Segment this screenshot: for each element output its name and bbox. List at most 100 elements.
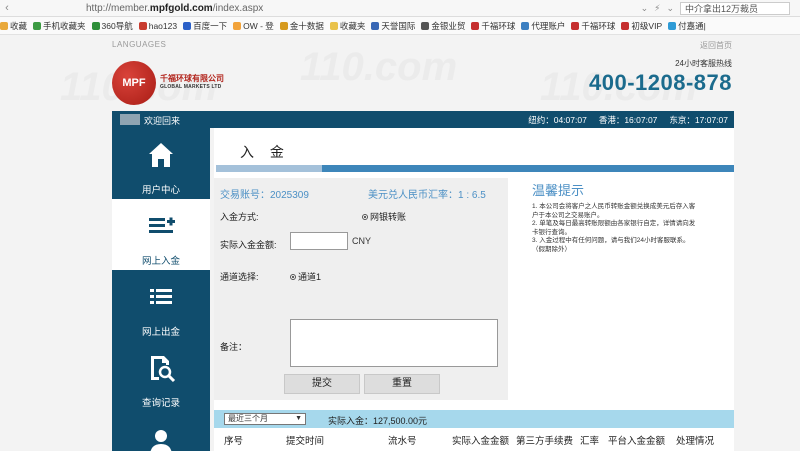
bookmark-label: 收藏 (10, 20, 28, 31)
welcome-text: 欢迎回来 (144, 116, 181, 126)
bookmark-icon (91, 21, 100, 30)
tips-line: 2. 单笔及每日最高转账限额由各家银行自定，详情请向发 (532, 220, 696, 228)
bookmark-item[interactable]: 收藏夹 (329, 20, 365, 32)
bookmark-item[interactable]: hao123 (138, 20, 178, 31)
bookmark-item[interactable]: 金十数据 (279, 20, 324, 32)
clock-tokyo: 东京：17:07:07 (669, 115, 728, 125)
tips-line: 3. 入金过程中有任何问题，请与我们24小时客服联系。 (532, 237, 690, 245)
deposit-panel: 入 金 交易账号：2025309 美元兑人民币汇率：1 : 6.5 入金方式: … (214, 128, 734, 451)
bookmark-label: 金十数据 (289, 20, 324, 31)
bookmark-label: 金银业贸 (431, 20, 466, 31)
sidebar-item-records[interactable]: 查询记录 (112, 341, 210, 412)
tips-line: （假期除外） (532, 245, 571, 253)
bookmark-label: 千福环球 (581, 20, 616, 31)
site-header: MPF 千福环球有限公司 GLOBAL MARKETS LTD 24小时客服热线… (112, 53, 734, 111)
channel-label: 通道选择: (220, 272, 259, 282)
bookmark-icon (371, 21, 380, 30)
sidebar-item-profile[interactable] (112, 412, 210, 451)
bookmark-item[interactable]: OW - 登 (233, 20, 274, 32)
bookmark-icon (279, 21, 288, 30)
sidebar-item-label: 查询记录 (141, 398, 180, 409)
browser-search-input[interactable]: 中介拿出12万裁员 (680, 1, 790, 15)
channel-radio-1[interactable]: 通道1 (290, 270, 321, 283)
url-text[interactable]: http://member.mpfgold.com/index.aspx (86, 3, 263, 14)
date-range-select[interactable]: 最近三个月 ▼ (224, 413, 306, 425)
search-records-icon (151, 356, 176, 383)
bookmark-icon (0, 21, 8, 30)
page: 110.com 110.com 110.com LANGUAGES 返回首页 M… (0, 35, 800, 451)
column-header: 实际入金金额 (452, 436, 510, 447)
column-header: 流水号 (388, 436, 417, 447)
sidebar-item-label: 用户中心 (141, 185, 180, 196)
bookmark-item[interactable]: 千福环球 (571, 20, 615, 32)
sidebar-item-label: 网上出金 (141, 327, 180, 338)
page-title: 入 金 (240, 144, 290, 160)
language-bar: LANGUAGES 返回首页 (112, 38, 734, 52)
bookmark-label: 百度一下 (193, 20, 228, 31)
bookmark-item[interactable]: 千福环球 (471, 20, 515, 32)
bookmark-label: 天誉国际 (381, 20, 416, 31)
deposit-icon (149, 217, 175, 233)
sidebar-item-user-center[interactable]: 用户中心 (112, 128, 210, 199)
currency-label: CNY (352, 236, 372, 246)
chevron-down-icon[interactable]: ⌄ (666, 3, 674, 14)
dropdown-icon[interactable]: ⌄ (641, 3, 649, 14)
deposit-form: 交易账号：2025309 美元兑人民币汇率：1 : 6.5 入金方式: 网银转账… (214, 178, 508, 400)
channel-value: 通道1 (298, 272, 322, 282)
back-arrow-icon[interactable]: ‹ (0, 2, 14, 14)
bookmark-icon (668, 21, 677, 30)
bookmark-icon (621, 21, 630, 30)
sidebar-item-withdraw[interactable]: 网上出金 (112, 270, 210, 341)
tips-line: 户于本公司之交易账户。 (532, 211, 604, 219)
bookmark-icon (421, 21, 430, 30)
column-header: 第三方手续费 (516, 436, 574, 447)
bookmark-item[interactable]: 360导航 (91, 20, 133, 32)
bookmark-item[interactable]: 代理账户 (521, 20, 565, 32)
bookmark-item[interactable]: 手机收藏夹 (33, 20, 86, 32)
bookmark-icon (521, 21, 530, 30)
bookmark-item[interactable]: 金银业贸 (421, 20, 465, 32)
bookmarks-bar: 收藏 手机收藏夹 360导航 hao123 百度一下 OW - 登 金十数据 收藏夹 天誉国际 金… (0, 17, 800, 35)
bookmark-item[interactable]: 百度一下 (183, 20, 227, 32)
bookmark-label: OW - 登 (243, 20, 274, 31)
clock-new-york: 纽约：04:07:07 (528, 115, 587, 125)
bookmark-label: hao123 (148, 20, 178, 31)
bookmark-item[interactable]: 天誉国际 (371, 20, 415, 32)
languages-link[interactable]: LANGUAGES (112, 40, 166, 49)
bookmark-item[interactable]: 付嘉通| (668, 20, 706, 32)
back-home-link[interactable]: 返回首页 (700, 40, 732, 51)
method-radio-bank[interactable]: 网银转账 (362, 210, 406, 223)
amount-label: 实际入金金额: (220, 240, 277, 250)
reset-button[interactable]: 重置 (364, 374, 440, 394)
bookmark-icon (33, 21, 42, 30)
tips-line: 1. 本公司会将客户之人民币转账金额兑换成美元后存入客 (532, 203, 696, 210)
company-logo[interactable]: MPF (112, 61, 156, 105)
welcome-bar: 欢迎回来 纽约：04:07:07 香港：16:07:07 东京：17:07:07 (112, 111, 734, 128)
column-header: 汇率 (580, 436, 600, 447)
radio-dot-icon (290, 273, 296, 280)
bookmark-label: 手机收藏夹 (43, 20, 86, 31)
column-header: 平台入金金额 (608, 436, 666, 447)
records-filter-bar: 最近三个月 ▼ 实际入金：127,500.00元 (214, 410, 734, 428)
account-number: 交易账号：2025309 (220, 190, 309, 201)
home-icon (149, 143, 173, 167)
hotline-label: 24小时客服热线 (675, 59, 732, 68)
tips-panel: 温馨提示 1. 本公司会将客户之人民币转账金额兑换成美元后存入客 户于本公司之交… (532, 180, 728, 255)
lightning-icon[interactable]: ⚡ (654, 3, 660, 14)
bookmark-item[interactable]: 收藏 (0, 20, 27, 32)
company-name-en: GLOBAL MARKETS LTD (160, 84, 222, 90)
bookmark-item[interactable]: 初级VIP (621, 20, 662, 32)
bookmark-icon (329, 21, 338, 30)
clock-hong-kong: 香港：16:07:07 (598, 115, 658, 125)
note-textarea[interactable] (290, 319, 498, 367)
bookmark-icon (571, 21, 580, 30)
amount-input[interactable] (290, 232, 348, 250)
sidebar-item-label: 网上入金 (141, 256, 180, 267)
submit-button[interactable]: 提交 (284, 374, 360, 394)
bookmark-label: 代理账户 (531, 20, 566, 31)
bookmark-icon (138, 21, 147, 30)
sidebar-item-deposit[interactable]: 网上入金 (112, 199, 210, 270)
withdraw-icon (150, 289, 172, 304)
column-header: 提交时间 (286, 436, 325, 447)
bookmark-label: 付嘉通| (678, 20, 706, 31)
